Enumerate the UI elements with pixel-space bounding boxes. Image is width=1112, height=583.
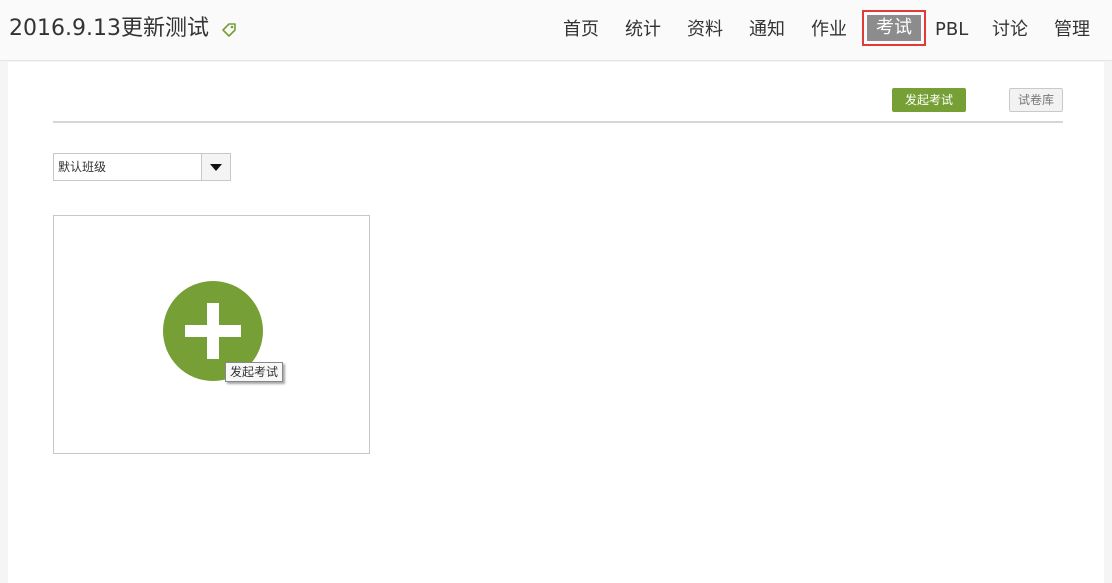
- nav-item-manage[interactable]: 管理: [1054, 18, 1090, 44]
- main-nav: 首页 统计 资料 通知 作业 考试 PBL 讨论 管理: [0, 0, 1112, 61]
- divider: [53, 121, 1063, 123]
- chevron-down-icon: [210, 164, 222, 171]
- start-exam-button[interactable]: 发起考试: [892, 88, 966, 112]
- nav-item-homework[interactable]: 作业: [811, 18, 847, 44]
- add-exam-tooltip: 发起考试: [225, 362, 284, 382]
- nav-item-exam-label: 考试: [867, 15, 921, 41]
- class-select[interactable]: 默认班级: [53, 153, 231, 181]
- main-content: 发起考试 试卷库 默认班级 发起考试: [8, 62, 1104, 583]
- nav-item-notices[interactable]: 通知: [749, 18, 785, 44]
- nav-item-exam[interactable]: 考试: [862, 10, 926, 46]
- plus-vertical-bar: [207, 303, 219, 359]
- nav-item-materials[interactable]: 资料: [687, 18, 723, 44]
- class-select-toggle[interactable]: [201, 154, 230, 180]
- exam-library-button[interactable]: 试卷库: [1009, 88, 1063, 112]
- nav-item-statistics[interactable]: 统计: [625, 18, 661, 44]
- nav-item-pbl[interactable]: PBL: [935, 18, 968, 44]
- add-exam-card: 发起考试: [53, 215, 370, 454]
- nav-item-home[interactable]: 首页: [563, 18, 599, 44]
- nav-item-discussion[interactable]: 讨论: [992, 18, 1028, 44]
- class-select-value: 默认班级: [58, 160, 107, 174]
- top-bar: 2016.9.13更新测试 首页 统计 资料 通知 作业 考试 PBL 讨论 管…: [0, 0, 1112, 61]
